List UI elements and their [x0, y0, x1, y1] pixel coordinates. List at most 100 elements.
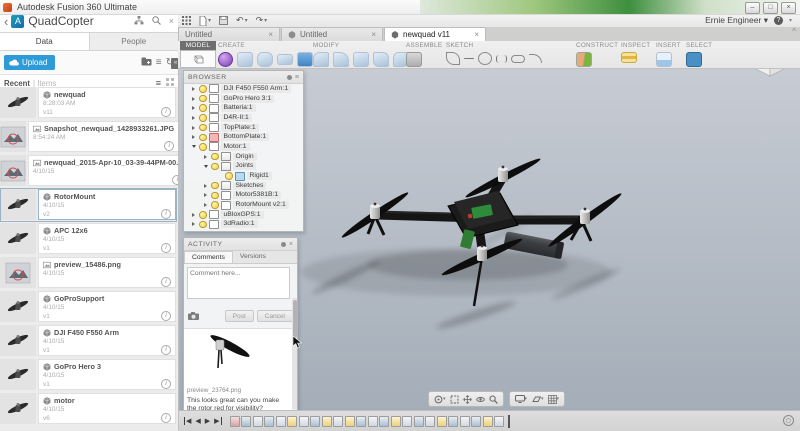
browser-node[interactable]: DJI F450 F550 Arm:1: [184, 84, 303, 94]
expand-arrow-icon[interactable]: [190, 135, 197, 139]
file-list-item[interactable]: RotorMount 4/10/15 v2 i: [0, 189, 178, 220]
timeline-feature-icon[interactable]: [322, 416, 332, 427]
file-list-item[interactable]: newquad 8:28:03 AM v11 i: [0, 87, 178, 118]
create-box-icon[interactable]: [237, 52, 253, 67]
browser-node[interactable]: Motor:1: [184, 142, 303, 152]
tab-data[interactable]: Data: [0, 33, 90, 50]
timeline-feature-icon[interactable]: [414, 416, 424, 427]
timeline-feature-icon[interactable]: [299, 416, 309, 427]
comment-input[interactable]: [187, 267, 290, 299]
sketch-circle-icon[interactable]: [478, 52, 492, 65]
assemble-joint-icon[interactable]: [406, 52, 422, 67]
inspect-measure-icon[interactable]: [621, 52, 637, 63]
modify-scale-icon[interactable]: [353, 52, 369, 67]
modify-fillet-icon[interactable]: [313, 52, 329, 67]
minimize-button[interactable]: –: [745, 2, 760, 14]
visibility-bulb-icon[interactable]: [211, 192, 219, 200]
attachment-preview[interactable]: [187, 331, 289, 383]
timeline-feature-icon[interactable]: [333, 416, 343, 427]
timeline-feature-icon[interactable]: [287, 416, 297, 427]
tab-close-icon[interactable]: ×: [268, 30, 273, 39]
menu-icon[interactable]: ≡: [156, 57, 162, 68]
tab-close-icon[interactable]: ×: [474, 30, 479, 39]
file-list-item[interactable]: motor 4/10/15 v6 i: [0, 393, 178, 424]
help-caret[interactable]: ▾: [789, 17, 792, 24]
visibility-bulb-icon[interactable]: [199, 104, 207, 112]
app-grid-icon[interactable]: [182, 16, 191, 25]
activity-options-icon[interactable]: [281, 242, 286, 247]
browser-node[interactable]: uBloxGPS:1: [184, 210, 303, 220]
modify-shell-icon[interactable]: [333, 52, 349, 67]
expand-arrow-icon[interactable]: [190, 106, 197, 110]
visibility-bulb-icon[interactable]: [211, 153, 219, 161]
timeline-end-button[interactable]: ▶: [214, 417, 221, 425]
browser-node[interactable]: Rigid1: [184, 171, 303, 181]
browser-node[interactable]: GoPro Hero 3:1: [184, 94, 303, 104]
info-icon[interactable]: i: [161, 413, 171, 423]
create-sphere-icon[interactable]: [218, 52, 233, 67]
info-icon[interactable]: i: [161, 379, 171, 389]
timeline-settings-gear-icon[interactable]: [783, 415, 794, 426]
new-folder-icon[interactable]: [141, 57, 152, 69]
close-button[interactable]: ×: [781, 2, 796, 14]
timeline-feature-icon[interactable]: [437, 416, 447, 427]
visibility-bulb-icon[interactable]: [199, 95, 207, 103]
expand-arrow-icon[interactable]: [202, 165, 209, 168]
timeline-feature-icon[interactable]: [276, 416, 286, 427]
file-list-item[interactable]: newquad_2015-Apr-10_03-39-44PM-00... 4/1…: [0, 155, 178, 186]
orbit-icon[interactable]: [476, 395, 485, 404]
timeline-start-button[interactable]: ◀: [184, 417, 191, 425]
expand-arrow-icon[interactable]: [190, 97, 197, 101]
doc-tab-untitled-2[interactable]: Untitled×: [281, 27, 383, 41]
timeline-position-marker[interactable]: [508, 415, 510, 428]
tab-people[interactable]: People: [90, 33, 179, 50]
workspace-selector[interactable]: MODEL: [180, 41, 216, 67]
restore-button[interactable]: □: [763, 2, 778, 14]
select-icon[interactable]: [686, 52, 702, 67]
browser-node[interactable]: Motor5381B:1: [184, 191, 303, 201]
expand-arrow-icon[interactable]: [202, 184, 209, 188]
timeline-feature-icon[interactable]: [391, 416, 401, 427]
visibility-bulb-icon[interactable]: [199, 134, 207, 142]
info-icon[interactable]: i: [172, 175, 178, 185]
info-icon[interactable]: i: [161, 311, 171, 321]
activity-close-icon[interactable]: ×: [289, 241, 293, 248]
construct-plane-icon[interactable]: [576, 52, 592, 67]
timeline-feature-icon[interactable]: [460, 416, 470, 427]
orbit-menu-icon[interactable]: ▾: [434, 395, 446, 404]
timeline-feature-icon[interactable]: [368, 416, 378, 427]
file-list-item[interactable]: Snapshot_newquad_1428933261.JPG 8:54:24 …: [0, 121, 178, 152]
timeline-feature-icon[interactable]: [345, 416, 355, 427]
modify-combine-icon[interactable]: [373, 52, 389, 67]
browser-node[interactable]: BottomPlate:1: [184, 132, 303, 142]
visibility-bulb-icon[interactable]: [225, 172, 233, 180]
expand-arrow-icon[interactable]: [190, 126, 197, 130]
timeline-feature-icon[interactable]: [483, 416, 493, 427]
info-icon[interactable]: i: [161, 345, 171, 355]
undo-icon[interactable]: ↶▾: [236, 15, 248, 26]
visibility-bulb-icon[interactable]: [199, 85, 207, 93]
timeline-feature-icon[interactable]: [230, 416, 240, 427]
panel-close-icon[interactable]: ×: [169, 16, 174, 26]
fit-icon[interactable]: [450, 395, 459, 404]
ribbon-collapse-icon[interactable]: ^: [792, 27, 796, 36]
expand-arrow-icon[interactable]: [202, 203, 209, 207]
file-list-item[interactable]: APC 12x6 4/10/15 v1 i: [0, 223, 178, 254]
info-icon[interactable]: i: [161, 277, 171, 287]
back-icon[interactable]: ‹: [4, 14, 8, 29]
pan-icon[interactable]: [463, 395, 472, 404]
redo-icon[interactable]: ↷▾: [256, 15, 268, 26]
redo-caret[interactable]: ▾: [264, 17, 267, 24]
timeline-feature-icon[interactable]: [253, 416, 263, 427]
file-list-item[interactable]: preview_15486.png 4/10/15 i: [0, 257, 178, 288]
doc-tab-untitled-1[interactable]: Untitled×: [178, 27, 280, 41]
timeline-feature-icon[interactable]: [494, 416, 504, 427]
browser-options-icon[interactable]: [287, 75, 292, 80]
cancel-button[interactable]: Cancel: [257, 310, 293, 322]
post-button[interactable]: Post: [225, 310, 254, 322]
timeline-feature-icon[interactable]: [379, 416, 389, 427]
undo-caret[interactable]: ▾: [245, 17, 248, 24]
info-icon[interactable]: i: [164, 141, 174, 151]
save-icon[interactable]: [219, 16, 228, 25]
timeline-feature-icon[interactable]: [448, 416, 458, 427]
